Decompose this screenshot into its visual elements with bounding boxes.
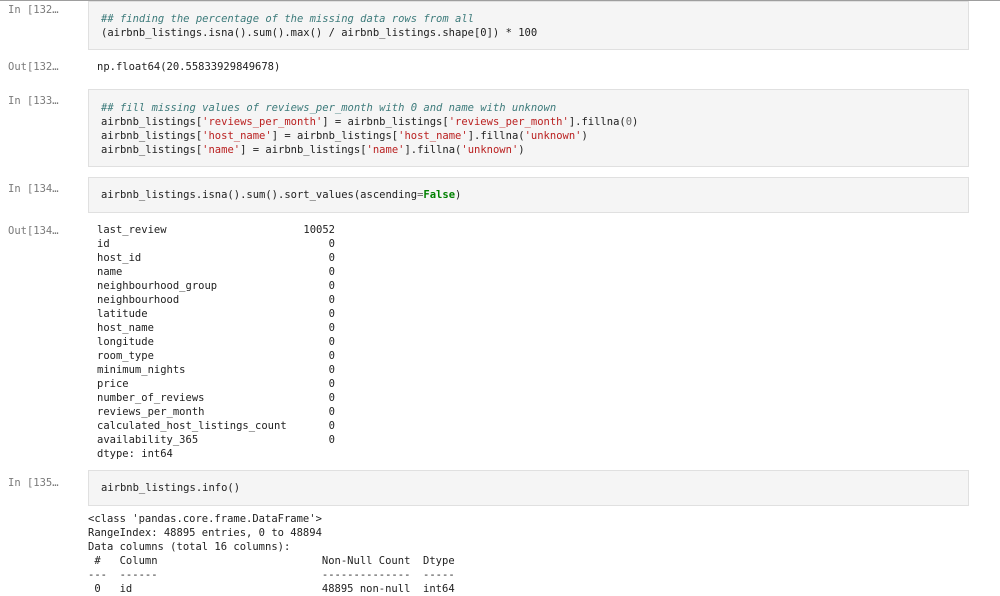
code-token: ].fillna( — [404, 144, 462, 156]
series-index-label: latitude — [97, 308, 148, 320]
series-row: reviews_per_month 0 — [97, 405, 347, 419]
series-index-label: availability_365 — [97, 434, 199, 446]
info-output-line: <class 'pandas.core.frame.DataFrame'> — [88, 513, 322, 525]
output-prompt-134: Out[134… — [8, 225, 59, 237]
series-row: number_of_reviews 0 — [97, 391, 347, 405]
series-row: neighbourhood_group 0 — [97, 279, 347, 293]
series-dtype: dtype: int64 — [97, 448, 173, 460]
code-string: 'host_name' — [398, 130, 468, 142]
code-token: ] = airbnb_listings[ — [240, 144, 367, 156]
code-keyword: False — [423, 189, 456, 201]
series-index-label: reviews_per_month — [97, 406, 205, 418]
series-row: id 0 — [97, 237, 347, 251]
code-token: ] = airbnb_listings[ — [322, 116, 449, 128]
code-token: airbnb_listings[ — [101, 116, 203, 128]
series-index-label: calculated_host_listings_count — [97, 420, 287, 432]
info-output-line: RangeIndex: 48895 entries, 0 to 48894 — [88, 527, 322, 539]
code-string: 'unknown' — [461, 144, 519, 156]
code-string: 'reviews_per_month' — [448, 116, 569, 128]
series-index-label: last_review — [97, 224, 167, 236]
series-row: name 0 — [97, 265, 347, 279]
series-value: 0 — [328, 420, 335, 432]
series-row: latitude 0 — [97, 307, 347, 321]
code-editor-133[interactable]: ## fill missing values of reviews_per_mo… — [101, 101, 638, 157]
series-row: neighbourhood 0 — [97, 293, 347, 307]
info-output-line: 0 id 48895 non-null int64 — [88, 583, 468, 595]
code-string: 'name' — [202, 144, 241, 156]
series-row: minimum_nights 0 — [97, 363, 347, 377]
code-token: ] = airbnb_listings[ — [271, 130, 399, 142]
input-prompt-135: In [135… — [8, 477, 59, 489]
series-index-label: longitude — [97, 336, 154, 348]
code-token: ].fillna( — [568, 116, 626, 128]
series-row: longitude 0 — [97, 335, 347, 349]
code-token: ].fillna( — [467, 130, 525, 142]
input-prompt-134: In [134… — [8, 183, 59, 195]
series-value: 0 — [328, 350, 335, 362]
series-index-label: number_of_reviews — [97, 392, 205, 404]
series-row: availability_365 0 — [97, 433, 347, 447]
series-value: 0 — [328, 392, 335, 404]
code-cell-135[interactable]: airbnb_listings.info() — [88, 470, 969, 506]
series-row: host_id 0 — [97, 251, 347, 265]
code-string: 'unknown' — [524, 130, 582, 142]
series-value: 0 — [328, 308, 335, 320]
input-prompt-132: In [132… — [8, 4, 59, 16]
code-cell-134[interactable]: airbnb_listings.isna().sum().sort_values… — [88, 177, 969, 213]
code-line: (airbnb_listings.isna().sum().max() / ai… — [101, 27, 538, 39]
code-editor-132[interactable]: ## finding the percentage of the missing… — [101, 12, 537, 40]
info-output-line: --- ------ -------------- ----- — [88, 569, 468, 581]
series-index-label: price — [97, 378, 129, 390]
code-editor-135[interactable]: airbnb_listings.info() — [101, 481, 240, 495]
code-token: ) — [455, 189, 462, 201]
series-value: 0 — [328, 322, 335, 334]
series-index-label: host_id — [97, 252, 142, 264]
series-index-label: room_type — [97, 350, 154, 362]
code-token: ) — [518, 144, 525, 156]
series-value: 0 — [328, 378, 335, 390]
series-row: calculated_host_listings_count 0 — [97, 419, 347, 433]
series-index-label: id — [97, 238, 110, 250]
code-cell-133[interactable]: ## fill missing values of reviews_per_mo… — [88, 89, 969, 167]
info-output-line: # Column Non-Null Count Dtype — [88, 555, 468, 567]
series-row: host_name 0 — [97, 321, 347, 335]
series-index-label: name — [97, 266, 123, 278]
code-string: 'reviews_per_month' — [202, 116, 323, 128]
code-token: ) — [632, 116, 639, 128]
code-editor-134[interactable]: airbnb_listings.isna().sum().sort_values… — [101, 188, 461, 202]
series-value: 0 — [328, 238, 335, 250]
code-string: 'host_name' — [202, 130, 272, 142]
code-comment: ## finding the percentage of the missing… — [101, 13, 474, 25]
input-prompt-133: In [133… — [8, 95, 59, 107]
series-value: 0 — [328, 252, 335, 264]
code-token: airbnb_listings[ — [101, 130, 203, 142]
series-row: last_review 10052 — [97, 223, 347, 237]
series-index-label: neighbourhood_group — [97, 280, 218, 292]
series-value: 10052 — [303, 224, 335, 236]
series-value: 0 — [328, 364, 335, 376]
output-prompt-132: Out[132… — [8, 61, 59, 73]
series-index-label: minimum_nights — [97, 364, 186, 376]
info-output-line: Data columns (total 16 columns): — [88, 541, 291, 553]
code-token: ) — [581, 130, 588, 142]
code-comment: ## fill missing values of reviews_per_mo… — [101, 102, 557, 114]
code-token: airbnb_listings[ — [101, 144, 203, 156]
series-value: 0 — [328, 336, 335, 348]
series-value: 0 — [328, 406, 335, 418]
series-value: 0 — [328, 434, 335, 446]
output-text-132: np.float64(20.55833929849678) — [97, 61, 281, 73]
series-value: 0 — [328, 294, 335, 306]
series-row: price 0 — [97, 377, 347, 391]
series-index-label: neighbourhood — [97, 294, 180, 306]
code-token: airbnb_listings.isna().sum().sort_values… — [101, 189, 418, 201]
series-value: 0 — [328, 280, 335, 292]
series-value: 0 — [328, 266, 335, 278]
series-row: room_type 0 — [97, 349, 347, 363]
series-index-label: host_name — [97, 322, 154, 334]
code-cell-132[interactable]: ## finding the percentage of the missing… — [88, 1, 969, 50]
code-string: 'name' — [366, 144, 405, 156]
